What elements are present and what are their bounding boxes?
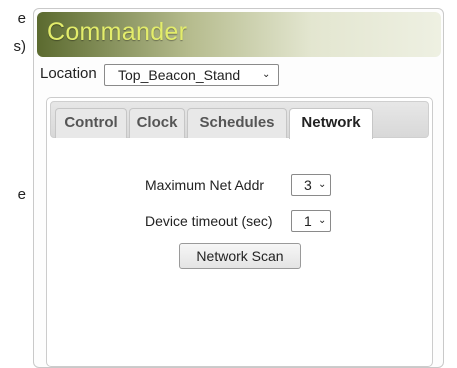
device-timeout-value: 1 — [304, 213, 312, 229]
tab-schedules[interactable]: Schedules — [187, 108, 287, 138]
chevron-down-icon: ⌄ — [318, 215, 327, 226]
max-net-addr-value: 3 — [304, 177, 312, 193]
device-timeout-label: Device timeout (sec) — [145, 213, 273, 229]
location-select-value: Top_Beacon_Stand — [118, 67, 241, 83]
commander-panel: Commander Location Top_Beacon_Stand ⌄ Co… — [33, 8, 444, 368]
edge-text: s) — [13, 38, 27, 55]
max-net-addr-label: Maximum Net Addr — [145, 177, 265, 193]
tab-control[interactable]: Control — [55, 108, 127, 138]
header-banner: Commander — [37, 12, 441, 57]
chevron-down-icon: ⌄ — [262, 69, 271, 80]
tab-strip: Control Clock Schedules Network — [50, 101, 429, 139]
edge-text: e — [17, 10, 26, 27]
tab-clock[interactable]: Clock — [129, 108, 185, 138]
tab-container: Control Clock Schedules Network Maximum … — [46, 97, 433, 367]
device-timeout-select[interactable]: 1 ⌄ — [291, 210, 331, 232]
location-label: Location — [40, 65, 97, 82]
edge-text: e — [17, 186, 26, 203]
chevron-down-icon: ⌄ — [318, 179, 327, 190]
app-title: Commander — [47, 18, 188, 46]
max-net-addr-select[interactable]: 3 ⌄ — [291, 174, 331, 196]
location-select[interactable]: Top_Beacon_Stand ⌄ — [104, 64, 279, 86]
tab-network[interactable]: Network — [289, 108, 373, 139]
network-scan-button[interactable]: Network Scan — [179, 243, 301, 269]
